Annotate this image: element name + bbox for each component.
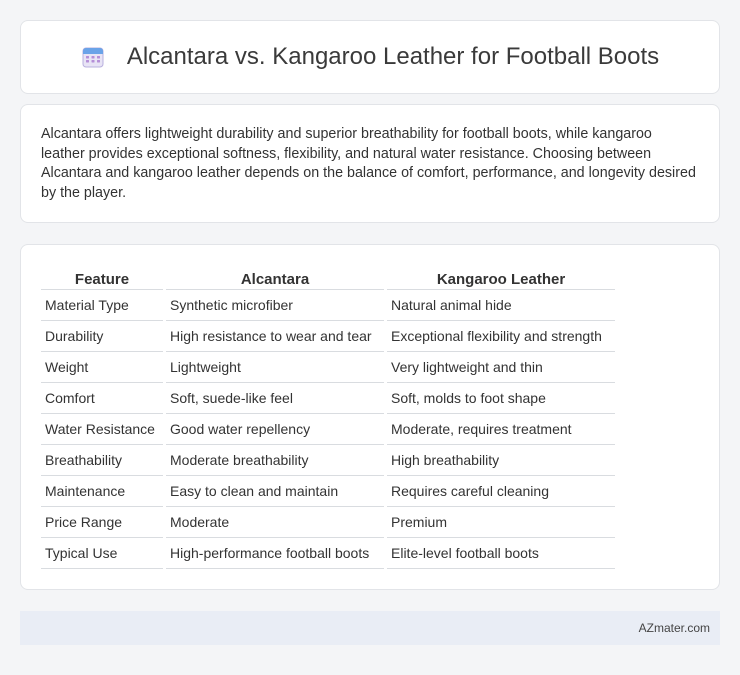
table-cell: Breathability [41,445,163,476]
table-row: Weight Lightweight Very lightweight and … [41,352,615,383]
table-cell: Exceptional flexibility and strength [387,321,615,352]
column-header-kangaroo-leather: Kangaroo Leather [387,265,615,290]
table-cell: Typical Use [41,538,163,569]
page-title: Alcantara vs. Kangaroo Leather for Footb… [126,43,660,70]
table-cell: High breathability [387,445,615,476]
table-cell: Moderate [166,507,384,538]
table-cell: Very lightweight and thin [387,352,615,383]
table-cell: Comfort [41,383,163,414]
table-cell: Weight [41,352,163,383]
comparison-table: Feature Alcantara Kangaroo Leather Mater… [38,265,618,569]
summary-text: Alcantara offers lightweight durability … [41,126,696,201]
calendar-icon [81,45,105,69]
comparison-table-card: Feature Alcantara Kangaroo Leather Mater… [20,244,720,590]
table-cell: Lightweight [166,352,384,383]
table-cell: High resistance to wear and tear [166,321,384,352]
table-cell: Good water repellency [166,414,384,445]
table-cell: Soft, molds to foot shape [387,383,615,414]
table-row: Price Range Moderate Premium [41,507,615,538]
table-header-row: Feature Alcantara Kangaroo Leather [41,265,615,290]
table-row: Comfort Soft, suede-like feel Soft, mold… [41,383,615,414]
table-cell: Premium [387,507,615,538]
table-row: Typical Use High-performance football bo… [41,538,615,569]
table-cell: Synthetic microfiber [166,290,384,321]
table-cell: Natural animal hide [387,290,615,321]
table-row: Breathability Moderate breathability Hig… [41,445,615,476]
table-cell: Water Resistance [41,414,163,445]
table-cell: Maintenance [41,476,163,507]
summary-card: Alcantara offers lightweight durability … [20,104,720,223]
table-cell: Soft, suede-like feel [166,383,384,414]
table-cell: Elite-level football boots [387,538,615,569]
header-card: Alcantara vs. Kangaroo Leather for Footb… [20,20,720,94]
table-row: Material Type Synthetic microfiber Natur… [41,290,615,321]
table-cell: Price Range [41,507,163,538]
table-row: Water Resistance Good water repellency M… [41,414,615,445]
table-row: Durability High resistance to wear and t… [41,321,615,352]
table-cell: Requires careful cleaning [387,476,615,507]
header: Alcantara vs. Kangaroo Leather for Footb… [81,43,659,71]
footer-site-link[interactable]: AZmater.com [639,621,710,635]
table-cell: Moderate, requires treatment [387,414,615,445]
table-row: Maintenance Easy to clean and maintain R… [41,476,615,507]
column-header-alcantara: Alcantara [166,265,384,290]
table-cell: High-performance football boots [166,538,384,569]
table-cell: Easy to clean and maintain [166,476,384,507]
table-cell: Material Type [41,290,163,321]
table-cell: Durability [41,321,163,352]
footer: AZmater.com [20,611,720,645]
column-header-feature: Feature [41,265,163,290]
table-cell: Moderate breathability [166,445,384,476]
